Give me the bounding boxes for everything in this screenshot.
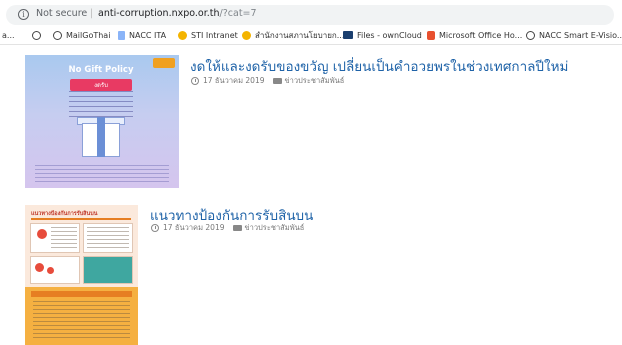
post-thumbnail[interactable]: No Gift Policy งดรับ	[25, 55, 179, 188]
bookmark-item[interactable]: MailGoThai	[53, 27, 110, 43]
thumbnail-footer-text	[35, 165, 169, 183]
bookmark-label: a...	[2, 30, 15, 40]
thumbnail-text-block	[87, 227, 129, 249]
office-icon	[427, 30, 435, 40]
bookmark-item[interactable]: NACC Smart E-Visio...	[526, 27, 622, 43]
illustration-mark	[35, 263, 44, 272]
web-icon	[32, 30, 41, 40]
thumbnail-subheading: งดรับ	[70, 79, 132, 91]
bookmark-label: Microsoft Office Ho...	[439, 30, 523, 40]
bookmark-item[interactable]: Files - ownCloud	[343, 27, 422, 43]
bookmark-label: STI Intranet	[191, 30, 238, 40]
url-separator: |	[90, 8, 94, 19]
post-category[interactable]: ข่าวประชาสัมพันธ์	[285, 75, 345, 87]
toolbar-divider	[0, 44, 622, 45]
bookmark-item[interactable]	[32, 27, 45, 43]
thumbnail-rule	[31, 218, 131, 220]
brand-logo	[153, 58, 175, 68]
thumbnail-band	[31, 291, 132, 297]
clock-icon	[151, 224, 159, 232]
post-meta: 17 ธันวาคม 2019 ข่าวประชาสัมพันธ์	[151, 222, 304, 234]
illustration-mark	[47, 267, 54, 274]
folder-icon	[232, 225, 242, 231]
bookmarks-bar: a... MailGoThai NACC ITA STI Intranet สำ…	[0, 27, 622, 43]
bookmark-label: สำนักงานสภานโยบายก...	[255, 30, 345, 40]
thumbnail-panel	[83, 256, 133, 284]
post-title-link[interactable]: งดให้และงดรับของขวัญ เปลี่ยนเป็นคำอวยพรใ…	[190, 55, 568, 77]
thumbnail-text-block	[51, 227, 77, 249]
bookmark-item[interactable]: NACC ITA	[118, 27, 166, 43]
web-icon	[526, 30, 535, 40]
web-icon	[53, 30, 62, 40]
document-icon	[118, 30, 125, 40]
post-date: 17 ธันวาคม 2019	[203, 76, 265, 85]
omnibox[interactable]: i Not secure | anti-corruption.nxpo.or.t…	[6, 5, 614, 25]
bookmark-label: NACC ITA	[129, 30, 167, 40]
bookmark-label: MailGoThai	[66, 30, 111, 40]
bookmark-item[interactable]: STI Intranet	[178, 27, 238, 43]
thumbnail-heading: แนวทางป้องกันการรับสินบน	[31, 211, 98, 217]
clock-icon	[191, 77, 199, 85]
gift-ribbon	[97, 117, 105, 157]
security-label[interactable]: Not secure	[36, 8, 87, 19]
info-icon[interactable]: i	[18, 9, 29, 20]
bookmark-item[interactable]: สำนักงานสภานโยบายก...	[242, 27, 344, 43]
post-date: 17 ธันวาคม 2019	[163, 223, 225, 232]
thumbnail-text-block	[33, 301, 130, 341]
sti-logo-icon	[178, 30, 187, 40]
post-meta: 17 ธันวาคม 2019 ข่าวประชาสัมพันธ์	[191, 75, 344, 87]
thai-org-logo-icon	[242, 30, 251, 40]
thumbnail-heading: No Gift Policy	[68, 65, 134, 75]
bookmark-label: Files - ownCloud	[357, 30, 422, 40]
bookmark-label: NACC Smart E-Visio...	[539, 30, 622, 40]
illustration-mark	[37, 229, 47, 239]
post-category[interactable]: ข่าวประชาสัมพันธ์	[245, 222, 305, 234]
bookmark-item[interactable]: a...	[2, 27, 15, 43]
bookmark-item[interactable]: Microsoft Office Ho...	[427, 27, 522, 43]
url-text[interactable]: anti-corruption.nxpo.or.th/?cat=7	[98, 8, 257, 19]
thumbnail-text-block	[69, 91, 133, 117]
cloud-icon	[343, 31, 353, 39]
folder-icon	[272, 78, 282, 84]
post-thumbnail[interactable]: แนวทางป้องกันการรับสินบน	[25, 205, 138, 345]
address-bar: i Not secure | anti-corruption.nxpo.or.t…	[0, 0, 622, 30]
